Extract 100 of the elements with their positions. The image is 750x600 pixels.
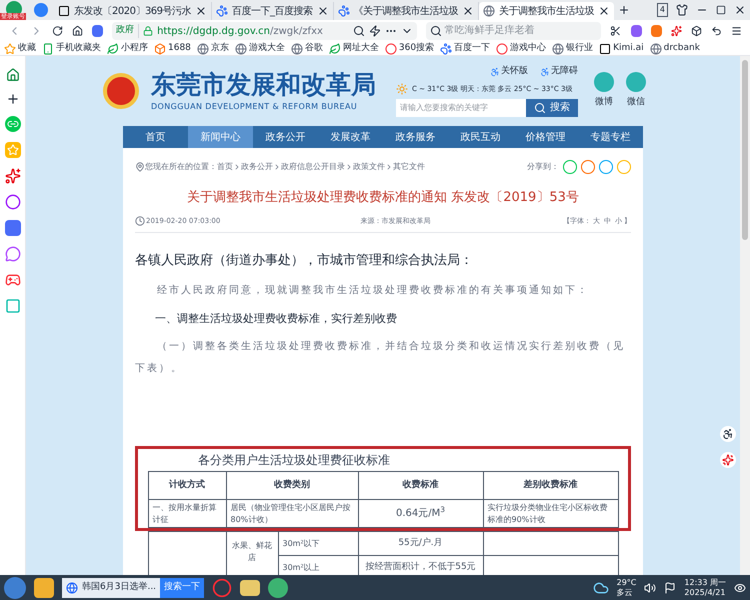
home-icon[interactable] <box>72 25 83 37</box>
ai-icon[interactable] <box>4 220 20 236</box>
weather-label: 多云 <box>616 588 634 598</box>
bookmark-link[interactable]: 360搜索 <box>384 42 434 56</box>
nav-item[interactable]: 政民互动 <box>448 126 513 148</box>
social-label[interactable]: 微信 <box>627 96 645 110</box>
browser-tab[interactable]: 关于调整我市生活垃圾 <box>479 2 614 20</box>
bookmark-link[interactable]: 谷歌 <box>290 42 323 56</box>
breadcrumb-link[interactable]: 政策文件 <box>353 161 385 173</box>
top-link[interactable]: 无障碍 <box>540 65 578 79</box>
site-title: 东莞市发展和改革局 <box>151 69 376 101</box>
star-icon <box>4 42 16 54</box>
table-cell: 一、按用水量折算计征 <box>148 500 226 528</box>
start-button[interactable] <box>4 576 26 598</box>
square-icon <box>58 5 70 17</box>
close-icon[interactable] <box>195 5 208 17</box>
bookmark-link[interactable]: 京东 <box>196 42 229 56</box>
tab-icon[interactable] <box>34 3 48 17</box>
close-icon[interactable] <box>316 5 329 17</box>
phone-icon <box>42 42 54 54</box>
emblem-icon <box>103 73 139 109</box>
close-icon[interactable] <box>462 5 474 17</box>
search-field[interactable]: 常吃海鲜手足痒老着 <box>426 22 602 40</box>
reload-icon[interactable] <box>52 25 63 37</box>
clock-date: 2025/4/21 <box>684 588 726 598</box>
folder-icon[interactable] <box>240 580 260 596</box>
breadcrumb-link[interactable]: 政府信息公开目录 <box>281 161 345 173</box>
temperature: 29°C <box>616 578 636 588</box>
bookmark-link[interactable]: Kimi.ai <box>599 42 644 56</box>
bookmark-link[interactable]: 小程序 <box>107 42 148 56</box>
pin-icon <box>135 162 145 172</box>
sparkle-icon[interactable] <box>4 168 20 184</box>
search-button[interactable]: 搜索 <box>526 98 578 117</box>
flag-icon[interactable] <box>664 582 676 594</box>
square-icon <box>599 42 612 54</box>
breadcrumb-link[interactable]: 首页 <box>217 161 233 173</box>
search-icon[interactable] <box>353 25 366 37</box>
task-search-button[interactable]: 搜索一下 <box>160 578 204 598</box>
browser-icon <box>66 582 78 594</box>
chevron-icon <box>345 163 353 171</box>
maximize-icon[interactable] <box>716 5 726 15</box>
sparkle-icon[interactable] <box>670 25 682 37</box>
breadcrumb-link[interactable]: 其它文件 <box>393 161 425 173</box>
top-link[interactable]: 关怀版 <box>490 65 528 79</box>
column-header: 收费类别 <box>226 472 358 500</box>
star-icon[interactable] <box>4 142 20 158</box>
share-icon[interactable] <box>581 160 595 174</box>
close-icon[interactable] <box>598 5 610 17</box>
chat-icon[interactable] <box>4 246 20 262</box>
bookmark-link[interactable]: drcbank <box>650 42 700 56</box>
article-title: 关于调整我市生活垃圾处理费收费标准的通知 东发改〔2019〕53号 <box>186 189 580 207</box>
person-icon <box>490 67 500 77</box>
nav-item[interactable]: 价格管理 <box>513 126 578 148</box>
add-icon[interactable] <box>6 92 20 106</box>
nav-item[interactable]: 专题专栏 <box>578 126 643 148</box>
bookmark-link[interactable]: 1688 <box>154 42 191 56</box>
undo-icon[interactable] <box>710 25 722 37</box>
ai-icon[interactable] <box>92 25 104 37</box>
volume-icon[interactable] <box>644 582 656 594</box>
app-icon[interactable] <box>34 578 54 598</box>
bookmark-link[interactable]: 百度一下 <box>440 42 490 56</box>
bookmark-link[interactable]: 游戏中心 <box>496 42 546 56</box>
globe-icon <box>290 42 303 54</box>
close-icon[interactable] <box>734 4 746 16</box>
nav-item[interactable]: 政务服务 <box>383 126 448 148</box>
scissors-icon[interactable] <box>610 25 622 37</box>
sun-icon <box>396 82 408 95</box>
nav-item[interactable]: 首页 <box>123 126 188 148</box>
share-label: 分享到： <box>527 161 559 173</box>
shirt-icon[interactable] <box>676 4 688 16</box>
taskbar-item[interactable]: 韩国6月3日选举... 搜索一下 <box>62 578 204 598</box>
circle-icon[interactable] <box>4 194 20 210</box>
new-tab-icon[interactable] <box>618 4 630 16</box>
breadcrumb-link[interactable]: 政务公开 <box>241 161 273 173</box>
tab-count[interactable]: 4 <box>656 3 668 17</box>
bookmark-link[interactable]: 手机收藏夹 <box>42 42 101 56</box>
extension-icon[interactable] <box>650 25 662 37</box>
nav-item[interactable]: 政务公开 <box>253 126 318 148</box>
menu-icon[interactable] <box>730 25 742 37</box>
breadcrumb-label: 您现在所在的位置： <box>145 161 217 173</box>
show-desktop-icon[interactable] <box>734 582 746 594</box>
browser-icon[interactable] <box>268 578 288 598</box>
task-title: 韩国6月3日选举... <box>82 580 156 594</box>
bookmark-link[interactable]: 银行业 <box>552 42 594 56</box>
bookmark-link[interactable]: 网址大全 <box>328 42 379 56</box>
extension-icon[interactable] <box>630 25 642 37</box>
address-field[interactable]: 政府 https://dgdp.dg.gov.cn/zwgk/zfxx <box>112 22 418 40</box>
scrollbar-thumb[interactable] <box>742 60 748 240</box>
site-search-field[interactable]: 请输入您要搜索的关键字 <box>396 98 526 117</box>
nav-item[interactable]: 发展改革 <box>318 126 383 148</box>
person-icon <box>540 67 550 77</box>
share-icon[interactable] <box>599 160 613 174</box>
gamepad-icon[interactable] <box>4 272 20 288</box>
social-label[interactable]: 微博 <box>595 96 613 110</box>
globe-icon <box>650 42 662 54</box>
bookmark-link[interactable]: 游戏大全 <box>234 42 285 56</box>
bookmark-link[interactable]: 收藏 <box>4 42 36 56</box>
lightning-icon[interactable] <box>369 25 382 37</box>
chrome-icon[interactable] <box>212 578 232 598</box>
table-cell: 实行垃圾分类物业住宅小区标收费标准的90%计收 <box>483 500 618 528</box>
